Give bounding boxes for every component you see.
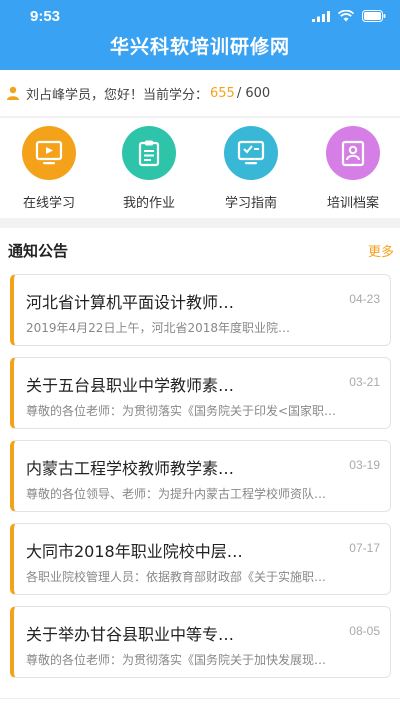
notice-item-title: 大同市2018年职业院校中层…	[26, 542, 243, 561]
person-icon	[6, 86, 20, 100]
quick-my-homework[interactable]: 我的作业	[104, 126, 194, 211]
user-credits-total: / 600	[236, 85, 271, 101]
quick-menu: 在线学习 我的作业 学习指南 培训档案	[0, 118, 400, 218]
notice-item-summary: 2019年4月22日上午，河北省2018年度职业院…	[26, 321, 290, 335]
notice-header: 通知公告 更多	[0, 228, 400, 272]
notice-item-date: 03-21	[349, 375, 380, 389]
status-icons	[312, 10, 386, 22]
quick-study-guide[interactable]: 学习指南	[206, 126, 296, 211]
notice-item-summary: 尊敬的各位老师：为贯彻落实《国务院关于加快发展现…	[26, 653, 327, 667]
user-greeting: 刘占峰学员，您好！当前学分：	[26, 87, 209, 103]
quick-training-records[interactable]: 培训档案	[308, 126, 398, 211]
notice-section: 通知公告 更多 河北省计算机平面设计教师… 04-23 2019年4月22日上午…	[0, 228, 400, 698]
notice-item-date: 04-23	[349, 292, 380, 306]
status-time: 9:53	[30, 8, 61, 25]
clipboard-icon	[122, 126, 176, 180]
notice-item-date: 03-19	[349, 458, 380, 472]
wifi-icon	[338, 10, 354, 22]
quick-label: 我的作业	[122, 196, 175, 211]
notice-item[interactable]: 河北省计算机平面设计教师… 04-23 2019年4月22日上午，河北省2018…	[10, 274, 391, 346]
notice-item[interactable]: 内蒙古工程学校教师教学素… 03-19 尊敬的各位领导、老师：为提升内蒙古工程学…	[10, 440, 391, 512]
signal-icon	[312, 10, 330, 22]
notice-item-title: 关于举办甘谷县职业中等专…	[26, 625, 235, 644]
record-icon	[326, 126, 380, 180]
quick-online-study[interactable]: 在线学习	[4, 126, 94, 211]
notice-item-title: 关于五台县职业中学教师素…	[26, 376, 235, 395]
notice-item[interactable]: 关于举办甘谷县职业中等专… 08-05 尊敬的各位老师：为贯彻落实《国务院关于加…	[10, 606, 391, 678]
notice-item-title: 河北省计算机平面设计教师…	[26, 293, 235, 312]
quick-label: 培训档案	[326, 196, 379, 211]
notice-item-date: 07-17	[349, 541, 380, 555]
app-title: 华兴科软培训研修网	[109, 36, 290, 58]
more-link[interactable]: 更多	[368, 241, 394, 260]
notice-item[interactable]: 大同市2018年职业院校中层… 07-17 各职业院校管理人员：依据教育部财政部…	[10, 523, 391, 595]
notice-item[interactable]: 关于五台县职业中学教师素… 03-21 尊敬的各位老师：为贯彻落实《国务院关于印…	[10, 357, 391, 429]
notice-item-summary: 尊敬的各位领导、老师：为提升内蒙古工程学校师资队…	[26, 487, 327, 501]
user-info-bar: 刘占峰学员，您好！当前学分： 655 / 600	[0, 70, 400, 116]
notice-item-date: 08-05	[349, 624, 380, 638]
next-section-peek	[0, 698, 400, 709]
monitor-icon	[22, 126, 76, 180]
notice-item-title: 内蒙古工程学校教师教学素…	[26, 459, 235, 478]
app-header: 9:53 华兴科软培训研修网	[0, 0, 400, 70]
guide-icon	[224, 126, 278, 180]
battery-icon	[362, 10, 386, 22]
quick-label: 学习指南	[224, 196, 277, 211]
user-credits: 655	[210, 85, 235, 101]
quick-label: 在线学习	[22, 196, 75, 211]
notice-title: 通知公告	[8, 242, 69, 260]
notice-item-summary: 各职业院校管理人员：依据教育部财政部《关于实施职…	[26, 570, 327, 584]
notice-item-summary: 尊敬的各位老师：为贯彻落实《国务院关于印发<国家职…	[26, 404, 337, 418]
